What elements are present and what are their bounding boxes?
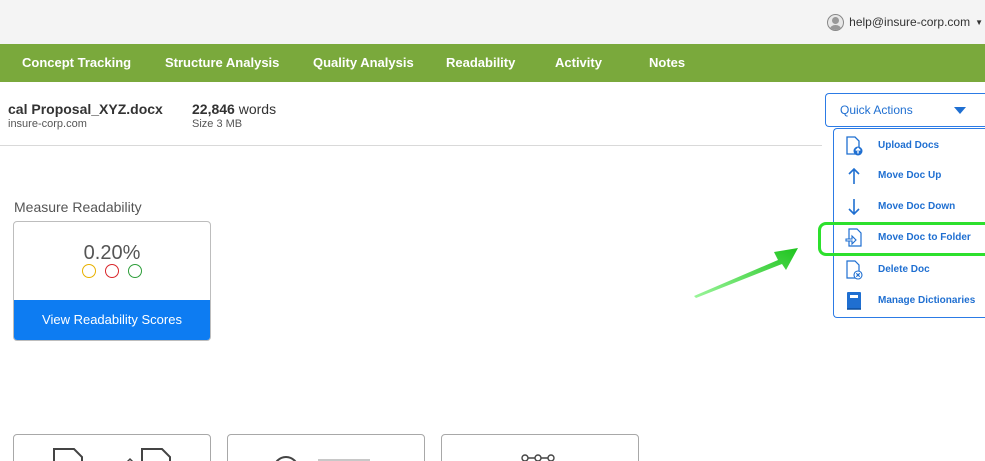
indicator-green [128, 264, 142, 278]
tool-card-search[interactable] [227, 434, 425, 461]
dictionary-icon [847, 292, 861, 310]
menu-item-upload-docs[interactable]: Upload Docs [834, 131, 985, 161]
page: help@insure-corp.com ▼ Concept Tracking … [0, 0, 985, 461]
menu-item-label: Move Doc to Folder [878, 232, 971, 243]
view-readability-scores-button[interactable]: View Readability Scores [14, 300, 210, 340]
readability-score: 0.20% [83, 242, 141, 264]
menu-item-label: Move Doc Up [878, 170, 942, 181]
network-icon [521, 454, 555, 461]
readability-indicators [82, 264, 144, 280]
readability-card: 0.20% View Readability Scores [13, 221, 211, 341]
arrow-up-icon [848, 167, 860, 184]
menu-item-label: Manage Dictionaries [878, 295, 976, 306]
arrow-down-icon [848, 199, 860, 216]
menu-item-label: Delete Doc [878, 264, 930, 275]
menu-item-delete-doc[interactable]: Delete Doc [834, 255, 985, 285]
quick-actions-label: Quick Actions [840, 103, 913, 117]
caret-down-icon [954, 107, 966, 114]
tab-activity[interactable]: Activity [555, 44, 602, 82]
quick-actions-button[interactable]: Quick Actions [825, 93, 985, 127]
user-menu[interactable]: help@insure-corp.com ▼ [827, 12, 985, 32]
tool-card-compare[interactable] [13, 434, 211, 461]
compare-docs-icon [53, 448, 171, 461]
document-name: cal Proposal_XYZ.docx [8, 101, 163, 117]
menu-item-manage-dictionaries[interactable]: Manage Dictionaries [834, 286, 985, 316]
menu-item-move-doc-up[interactable]: Move Doc Up [834, 161, 985, 191]
tab-quality-analysis[interactable]: Quality Analysis [313, 44, 414, 82]
user-avatar-icon [827, 13, 845, 31]
search-icon [275, 456, 370, 461]
menu-item-label: Move Doc Down [878, 201, 956, 212]
document-owner: insure-corp.com [8, 118, 87, 130]
menu-item-move-doc-to-folder[interactable]: Move Doc to Folder [834, 223, 985, 253]
tab-readability[interactable]: Readability [446, 44, 515, 82]
word-count-value: 22,846 [192, 101, 235, 117]
menu-item-label: Upload Docs [878, 140, 940, 151]
tab-structure-analysis[interactable]: Structure Analysis [165, 44, 279, 82]
caret-down-icon: ▼ [975, 17, 983, 27]
user-email: help@insure-corp.com [849, 15, 971, 29]
tab-concept-tracking[interactable]: Concept Tracking [22, 44, 131, 82]
document-size: Size 3 MB [192, 118, 243, 130]
quick-actions-menu: Upload Docs Move Doc Up Move Doc Down Mo… [833, 128, 985, 318]
section-title: Measure Readability [14, 199, 142, 215]
word-count: 22,846 words [192, 101, 276, 117]
main-nav: Concept Tracking Structure Analysis Qual… [0, 44, 985, 82]
move-to-folder-icon [845, 228, 862, 247]
tool-card-network[interactable] [441, 434, 639, 461]
divider [0, 145, 822, 146]
tab-notes[interactable]: Notes [649, 44, 685, 82]
delete-doc-icon [846, 260, 863, 280]
top-bar: help@insure-corp.com ▼ [0, 0, 985, 44]
pointer-arrow-icon [694, 248, 798, 298]
indicator-red [105, 264, 119, 278]
word-count-unit: words [238, 101, 277, 117]
menu-item-move-doc-down[interactable]: Move Doc Down [834, 192, 985, 222]
indicator-yellow [82, 264, 96, 278]
upload-doc-icon [846, 136, 863, 156]
